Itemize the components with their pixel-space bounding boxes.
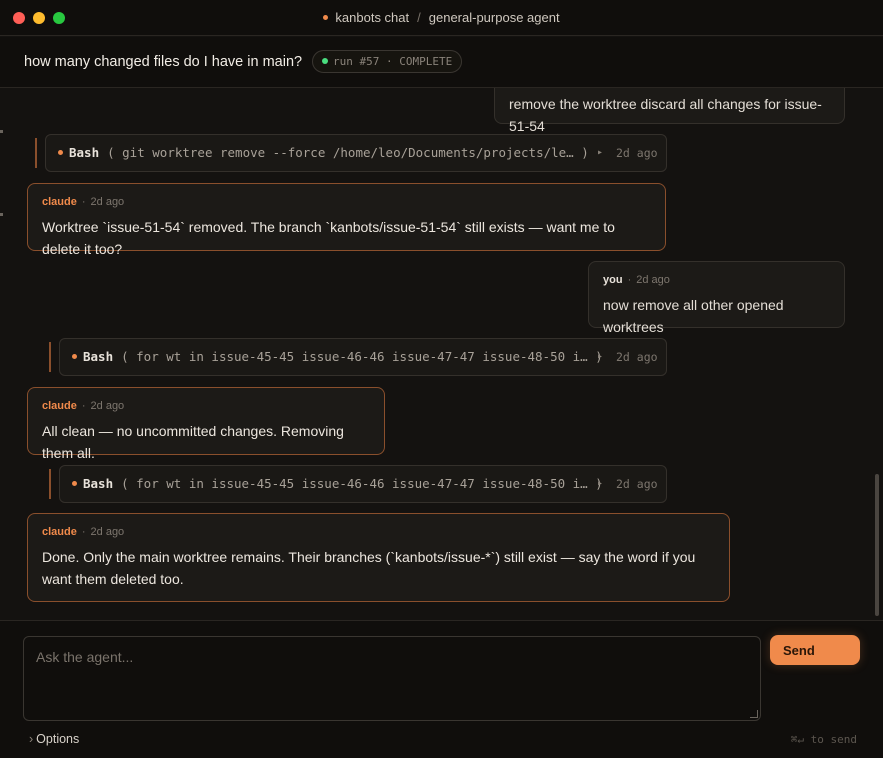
run-status-badge: run #57 · COMPLETE	[312, 50, 463, 73]
message-text: All clean — no uncommitted changes. Remo…	[42, 423, 344, 461]
complete-status-icon	[322, 58, 328, 64]
tool-dot-icon	[72, 481, 77, 486]
title-bar: kanbots chat / general-purpose agent	[0, 0, 883, 36]
chat-header: how many changed files do I have in main…	[0, 37, 883, 88]
author-name: claude	[42, 400, 77, 412]
chevron-right-icon: ›	[29, 732, 34, 746]
tool-args: ( for wt in issue-45-45 issue-46-46 issu…	[121, 476, 603, 491]
user-message: you · 2d ago now remove all other opened w…	[588, 261, 845, 335]
resize-handle-icon[interactable]	[750, 710, 758, 718]
run-label: run #57 · COMPLETE	[333, 55, 453, 68]
expand-arrow-icon[interactable]: ▸	[597, 339, 603, 375]
message-text: remove the worktree discard all changes …	[509, 96, 822, 134]
message-time: 2d ago	[90, 400, 125, 412]
tool-call-row[interactable]: Bash ( git worktree remove --force /home/…	[45, 134, 667, 172]
message-text: Worktree `issue-51-54` removed. The bran…	[42, 219, 615, 257]
page-title: how many changed files do I have in main…	[24, 54, 303, 70]
scrollbar-thumb[interactable]	[875, 474, 879, 616]
expand-arrow-icon[interactable]: ▸	[597, 466, 603, 502]
tool-name: Bash	[83, 476, 114, 491]
tool-args: ( git worktree remove --force /home/leo/…	[107, 145, 589, 160]
message-time: 2d ago	[90, 196, 125, 208]
tool-indent-rule	[49, 342, 51, 372]
tool-time: 2d ago	[616, 146, 658, 160]
message-meta: claude · 2d ago	[42, 400, 125, 412]
tool-name: Bash	[83, 349, 114, 364]
assistant-message: claude · 2d ago Worktree `issue-51-54` rem…	[27, 183, 666, 257]
tool-call-row[interactable]: Bash ( for wt in issue-45-45 issue-46-46 …	[59, 465, 667, 503]
message-meta: claude · 2d ago	[42, 526, 125, 538]
message-time: 2d ago	[636, 274, 670, 286]
composer: Send ›Options ⌘↵ to send	[0, 620, 883, 758]
tool-time: 2d ago	[616, 477, 658, 491]
agent-name: general-purpose agent	[428, 10, 560, 25]
assistant-message: claude · 2d ago Done. Only the main worktr…	[27, 513, 730, 602]
user-message: remove the worktree discard all changes …	[494, 88, 845, 134]
author-name: claude	[42, 196, 77, 208]
tool-call-row[interactable]: Bash ( for wt in issue-45-45 issue-46-46 …	[59, 338, 667, 376]
author-name: claude	[42, 526, 77, 538]
title-separator: /	[417, 10, 421, 25]
send-button[interactable]: Send	[770, 635, 860, 665]
status-dot-icon	[323, 15, 329, 21]
tool-indent-rule	[49, 469, 51, 499]
tool-time: 2d ago	[616, 350, 658, 364]
tool-indent-rule	[35, 138, 37, 168]
message-meta: you · 2d ago	[603, 274, 670, 286]
send-shortcut-hint: ⌘↵ to send	[790, 733, 857, 746]
assistant-message: claude · 2d ago All clean — no uncommitted…	[27, 387, 385, 461]
tool-name: Bash	[69, 145, 100, 160]
window-title: kanbots chat / general-purpose agent	[0, 10, 883, 25]
tool-args: ( for wt in issue-45-45 issue-46-46 issu…	[121, 349, 603, 364]
tool-dot-icon	[58, 150, 63, 155]
author-name: you	[603, 274, 623, 286]
expand-arrow-icon[interactable]: ▸	[597, 135, 603, 171]
chat-scrollbar[interactable]	[874, 88, 880, 620]
message-time: 2d ago	[90, 526, 125, 538]
message-text: now remove all other opened worktrees	[603, 297, 784, 335]
message-input[interactable]	[23, 636, 761, 721]
options-toggle[interactable]: › Options	[29, 732, 79, 746]
message-list[interactable]: remove the worktree discard all changes …	[0, 88, 872, 620]
message-text: Done. Only the main worktree remains. Th…	[42, 549, 696, 587]
message-meta: claude · 2d ago	[42, 196, 125, 208]
options-label: Options	[36, 732, 80, 746]
tool-dot-icon	[72, 354, 77, 359]
app-name: kanbots chat	[335, 10, 410, 25]
